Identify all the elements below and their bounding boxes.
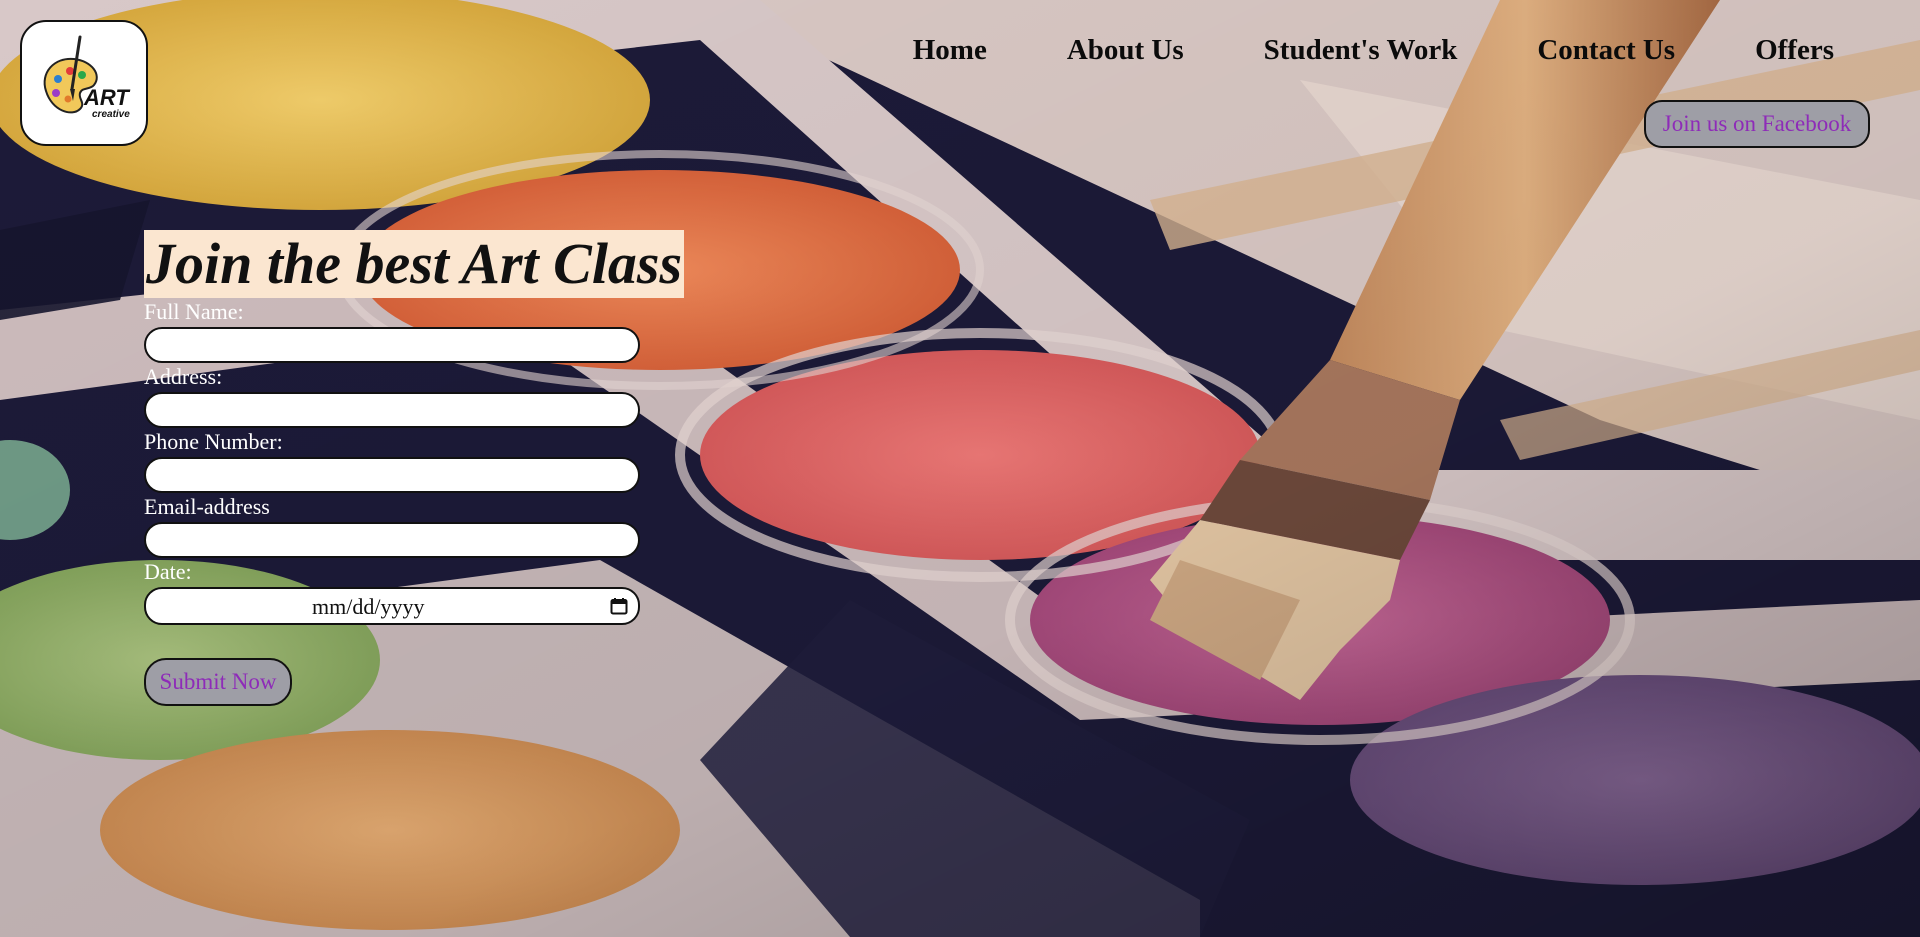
paint-palette-icon: ART creative: [43, 35, 130, 120]
full-name-label: Full Name:: [144, 299, 244, 324]
nav-about-us[interactable]: About Us: [1067, 30, 1184, 70]
date-placeholder: mm/dd/yyyy: [312, 594, 425, 619]
phone-number-input[interactable]: [144, 457, 640, 493]
full-name-input[interactable]: [144, 327, 640, 363]
form-headline: Join the best Art Class: [144, 230, 685, 298]
email-address-label: Email-address: [144, 494, 270, 519]
email-address-input[interactable]: [144, 522, 640, 558]
nav-offers[interactable]: Offers: [1755, 30, 1834, 70]
svg-text:ART: ART: [83, 85, 130, 110]
address-label: Address:: [144, 364, 223, 389]
submit-button[interactable]: Submit Now: [144, 658, 292, 706]
site-logo[interactable]: ART creative: [20, 20, 148, 146]
facebook-button[interactable]: Join us on Facebook: [1644, 100, 1870, 148]
phone-number-label: Phone Number:: [144, 429, 283, 454]
date-input[interactable]: mm/dd/yyyy: [144, 587, 640, 625]
nav-students-work[interactable]: Student's Work: [1264, 30, 1458, 70]
address-input[interactable]: [144, 392, 640, 428]
calendar-icon[interactable]: [610, 597, 628, 615]
page: ART creative Home About Us Student's Wor…: [0, 0, 1920, 937]
main-nav: Home About Us Student's Work Contact Us …: [913, 30, 1834, 70]
nav-contact-us[interactable]: Contact Us: [1537, 30, 1675, 70]
nav-home[interactable]: Home: [913, 30, 987, 70]
date-label: Date:: [144, 559, 192, 584]
svg-text:creative: creative: [92, 109, 130, 120]
